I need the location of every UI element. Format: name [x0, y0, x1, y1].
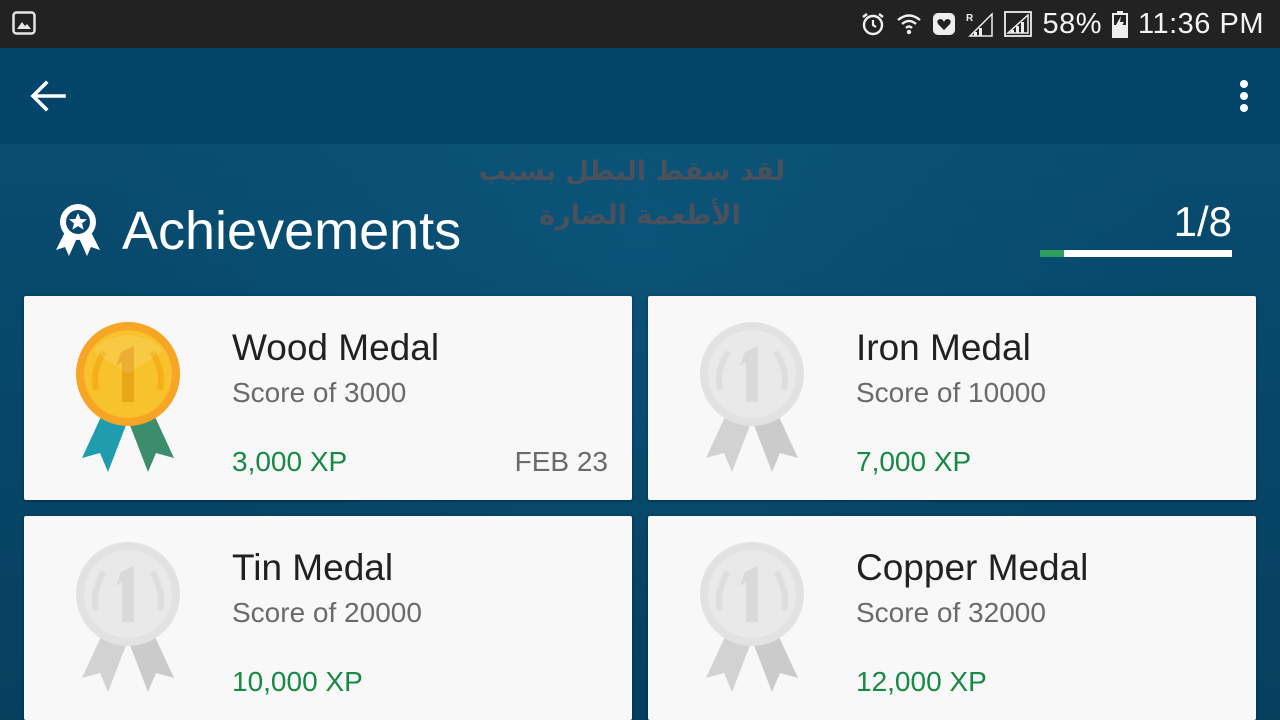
app-bar	[0, 48, 1280, 144]
achievement-progress-bar	[1040, 250, 1232, 257]
achievement-title: Iron Medal	[856, 327, 1031, 368]
svg-text:R: R	[966, 13, 974, 24]
watermark-line-2: الأطعمة الضارة	[539, 200, 741, 231]
more-options-button[interactable]	[1232, 72, 1256, 120]
achievement-requirement: Score of 3000	[232, 377, 407, 408]
gallery-icon	[12, 11, 36, 40]
achievement-xp: 10,000 XP	[232, 666, 363, 697]
locked-medal-icon	[72, 540, 184, 701]
achievement-title: Tin Medal	[232, 547, 394, 588]
achievement-card-iron-medal[interactable]: Iron Medal Score of 10000 7,000 XP	[648, 296, 1256, 500]
locked-medal-icon	[696, 320, 808, 481]
achievement-xp: 12,000 XP	[856, 666, 987, 697]
alarm-icon	[860, 11, 886, 37]
watermark-line-1: لقد سقط البطل بسبب	[478, 156, 785, 187]
arrow-back-icon	[30, 80, 66, 112]
back-button[interactable]	[24, 72, 72, 120]
more-vert-icon	[1240, 80, 1248, 112]
achievement-requirement: Score of 20000	[232, 597, 422, 628]
achievement-card-wood-medal[interactable]: Wood Medal Score of 3000 3,000 XP FEB 23	[24, 296, 632, 500]
page-title: Achievements	[122, 201, 462, 261]
achievement-progress-count: 1/8	[1173, 198, 1232, 245]
achievement-requirement: Score of 32000	[856, 597, 1046, 628]
achievement-title: Wood Medal	[232, 327, 440, 368]
status-bar: R 58% 11:36 PM	[0, 0, 1280, 48]
watermark-text: لقد سقط البطل بسبب الأطعمة الضارة	[478, 150, 785, 238]
signal-roaming-icon: R	[966, 11, 994, 37]
achievement-date: FEB 23	[514, 446, 608, 477]
achievement-title: Copper Medal	[856, 547, 1089, 588]
wifi-icon	[896, 11, 922, 37]
signal-icon	[1004, 11, 1033, 37]
achievement-card-tin-medal[interactable]: Tin Medal Score of 20000 10,000 XP	[24, 516, 632, 720]
achievement-xp: 7,000 XP	[856, 446, 972, 477]
ribbon-award-icon	[54, 202, 102, 263]
achievement-card-copper-medal[interactable]: Copper Medal Score of 32000 12,000 XP	[648, 516, 1256, 720]
locked-medal-icon	[696, 540, 808, 701]
clock: 11:36 PM	[1138, 7, 1264, 40]
achievement-xp: 3,000 XP	[232, 446, 348, 477]
achievement-progress-fill	[1040, 250, 1064, 257]
health-icon	[932, 12, 956, 36]
battery-percent: 58%	[1042, 7, 1103, 40]
battery-charging-icon	[1112, 10, 1129, 38]
gold-medal-icon	[72, 320, 184, 481]
achievement-requirement: Score of 10000	[856, 377, 1046, 408]
